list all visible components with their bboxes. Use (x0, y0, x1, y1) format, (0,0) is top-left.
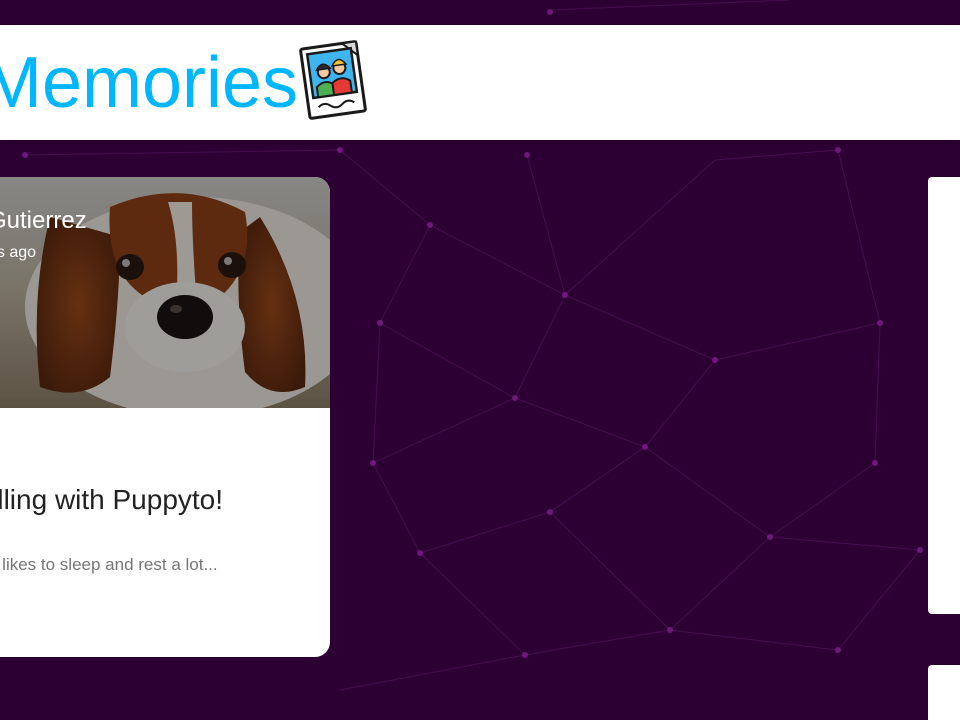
app-title[interactable]: Memories (0, 31, 298, 135)
post-image: Gutierrez hs ago (0, 177, 330, 408)
post-timestamp: hs ago (0, 244, 37, 261)
side-form-panel (928, 177, 960, 614)
post-message: o likes to sleep and rest a lot... (0, 555, 218, 574)
memories-polaroid-icon (299, 40, 367, 120)
post-title: dling with Puppyto! (0, 484, 224, 515)
post-card[interactable]: Gutierrez hs ago e dling with Puppyto! o… (0, 177, 330, 657)
side-pagination-panel (928, 665, 960, 720)
post-author: Gutierrez (0, 207, 87, 234)
app-bar: Memories (0, 25, 960, 140)
